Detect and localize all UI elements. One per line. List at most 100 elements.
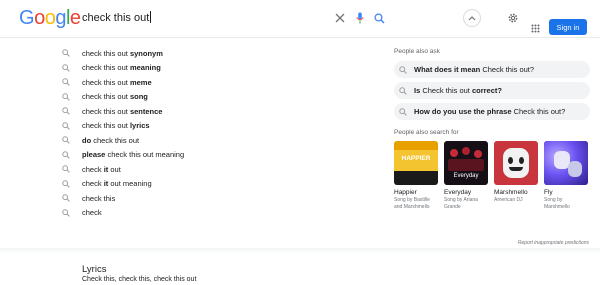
google-logo[interactable]: Google bbox=[19, 7, 81, 30]
suggestion-text: check this out synonym bbox=[82, 49, 163, 58]
collapse-button[interactable] bbox=[463, 9, 481, 27]
lyrics-line: Check this, check this, check this out bbox=[82, 276, 197, 283]
search-icon bbox=[60, 165, 82, 174]
search-icon bbox=[60, 180, 82, 188]
suggestion-prefix: check bbox=[82, 208, 102, 218]
search-header: Google check this out Sign in bbox=[0, 0, 600, 38]
card-name: Fly bbox=[544, 189, 553, 196]
suggestion-prefix: check this bbox=[82, 193, 116, 203]
microphone-icon[interactable] bbox=[352, 10, 368, 26]
question-text: How do you use the phrase Check this out… bbox=[414, 107, 565, 116]
card-subtitle: American DJ bbox=[494, 197, 523, 203]
suggestion-item[interactable]: check it out bbox=[60, 162, 360, 177]
question-bold: What does it mean bbox=[414, 65, 481, 74]
search-icon bbox=[60, 194, 82, 203]
card-subtitle: Song by Marshmello bbox=[544, 197, 570, 210]
search-card-happier[interactable]: HAPPIER Happier Song by Bastille and Mar… bbox=[394, 141, 438, 210]
report-predictions-link[interactable]: Report inappropriate predictions bbox=[518, 240, 589, 246]
card-name: Everyday bbox=[444, 189, 472, 196]
suggestion-prefix: check this out bbox=[82, 92, 130, 102]
search-icon bbox=[60, 209, 82, 217]
suggestion-prefix: check this out bbox=[82, 63, 130, 73]
everyday-thumb-text: Everyday bbox=[453, 173, 479, 179]
people-also-ask-item[interactable]: What does it mean Check this out? bbox=[394, 61, 590, 78]
suggestion-bold: please bbox=[82, 150, 106, 160]
question-text: Is Check this out correct? bbox=[414, 86, 502, 95]
card-name: Happier bbox=[394, 189, 417, 196]
card-subtitle: Song by Bastille and Marshmello bbox=[394, 197, 430, 210]
suggestion-text: check bbox=[82, 208, 102, 217]
suggestion-item[interactable]: check this bbox=[60, 191, 360, 206]
suggestion-item[interactable]: check this out meaning bbox=[60, 61, 360, 76]
search-icon bbox=[60, 151, 82, 159]
apps-grid-icon[interactable] bbox=[527, 20, 543, 36]
suggestion-list: check this out synonym check this out mea… bbox=[60, 46, 360, 220]
panel-shadow bbox=[0, 248, 600, 254]
people-also-search-cards: HAPPIER Happier Song by Bastille and Mar… bbox=[394, 141, 590, 210]
suggestion-suffix: check this out meaning bbox=[105, 150, 185, 160]
suggestion-item[interactable]: check this out lyrics bbox=[60, 119, 360, 134]
search-card-marshmello[interactable]: Marshmello American DJ bbox=[494, 141, 538, 210]
chevron-up-icon bbox=[468, 16, 476, 21]
clear-icon[interactable] bbox=[332, 10, 348, 26]
suggestion-text: check it out bbox=[82, 165, 121, 174]
question-bold: How do you use the phrase bbox=[414, 107, 512, 116]
suggestion-prefix: check this out bbox=[82, 48, 130, 58]
suggestion-text: check this bbox=[82, 194, 115, 203]
search-card-everyday[interactable]: Everyday Everyday Song by Ariana Grande bbox=[444, 141, 488, 210]
people-also-search-title: People also search for bbox=[394, 129, 459, 136]
suggestion-bold: meme bbox=[129, 77, 152, 87]
suggestion-item[interactable]: check it out meaning bbox=[60, 177, 360, 192]
search-icon bbox=[60, 49, 82, 58]
people-also-ask-item[interactable]: Is Check this out correct? bbox=[394, 82, 590, 99]
sign-in-button[interactable]: Sign in bbox=[549, 19, 587, 35]
card-subtitle: Song by Ariana Grande bbox=[444, 197, 478, 210]
suggestion-item[interactable]: please check this out meaning bbox=[60, 148, 360, 163]
suggestion-bold: do bbox=[82, 135, 92, 145]
suggestion-suffix: check this out bbox=[91, 135, 140, 145]
suggestion-item[interactable]: check this out sentence bbox=[60, 104, 360, 119]
happier-thumbnail: HAPPIER bbox=[394, 141, 438, 185]
search-icon bbox=[398, 107, 414, 116]
suggestion-bold: meaning bbox=[129, 63, 161, 73]
question-text: What does it mean Check this out? bbox=[414, 65, 534, 74]
suggestion-item[interactable]: do check this out bbox=[60, 133, 360, 148]
suggestion-text: check this out meaning bbox=[82, 63, 161, 72]
question-rest: Check this out? bbox=[480, 65, 535, 74]
suggestion-suffix: out meaning bbox=[108, 179, 152, 189]
suggestion-prefix: check bbox=[82, 179, 104, 189]
suggestion-text: check this out lyrics bbox=[82, 121, 150, 130]
search-icon bbox=[60, 93, 82, 101]
suggestion-text: check this out meme bbox=[82, 78, 152, 87]
settings-gear-icon[interactable] bbox=[505, 10, 521, 26]
search-card-fly[interactable]: Fly Song by Marshmello bbox=[544, 141, 588, 210]
suggestion-bold: sentence bbox=[129, 106, 163, 116]
suggestion-bold: lyrics bbox=[129, 121, 150, 131]
suggestion-bold: song bbox=[129, 92, 148, 102]
search-icon bbox=[60, 136, 82, 145]
card-name: Marshmello bbox=[494, 189, 528, 196]
marshmello-thumbnail bbox=[494, 141, 538, 185]
lyrics-title: Lyrics bbox=[82, 264, 107, 275]
people-also-ask-item[interactable]: How do you use the phrase Check this out… bbox=[394, 103, 590, 120]
suggestion-item[interactable]: check this out synonym bbox=[60, 46, 360, 61]
search-icon[interactable] bbox=[371, 10, 387, 26]
search-input[interactable]: check this out bbox=[82, 11, 152, 24]
suggestion-item[interactable]: check this out meme bbox=[60, 75, 360, 90]
happier-thumb-text: HAPPIER bbox=[401, 155, 431, 162]
question-rest: Check this out? bbox=[511, 107, 566, 116]
suggestion-item[interactable]: check this out song bbox=[60, 90, 360, 105]
suggestion-prefix: check bbox=[82, 164, 104, 174]
search-query-text: check this out bbox=[82, 12, 150, 24]
related-panel: People also ask What does it mean Check … bbox=[394, 48, 590, 210]
suggestion-text: please check this out meaning bbox=[82, 150, 184, 159]
suggestion-prefix: check this out bbox=[82, 106, 130, 116]
search-icon bbox=[398, 86, 414, 95]
search-icon bbox=[60, 107, 82, 116]
suggestion-item[interactable]: check bbox=[60, 206, 360, 221]
people-also-ask-title: People also ask bbox=[394, 48, 440, 55]
search-icon bbox=[60, 122, 82, 130]
suggestion-prefix: check this out bbox=[82, 77, 130, 87]
question-bold-after: correct? bbox=[471, 86, 502, 95]
people-also-ask-list: What does it mean Check this out? Is Chec… bbox=[394, 61, 590, 120]
